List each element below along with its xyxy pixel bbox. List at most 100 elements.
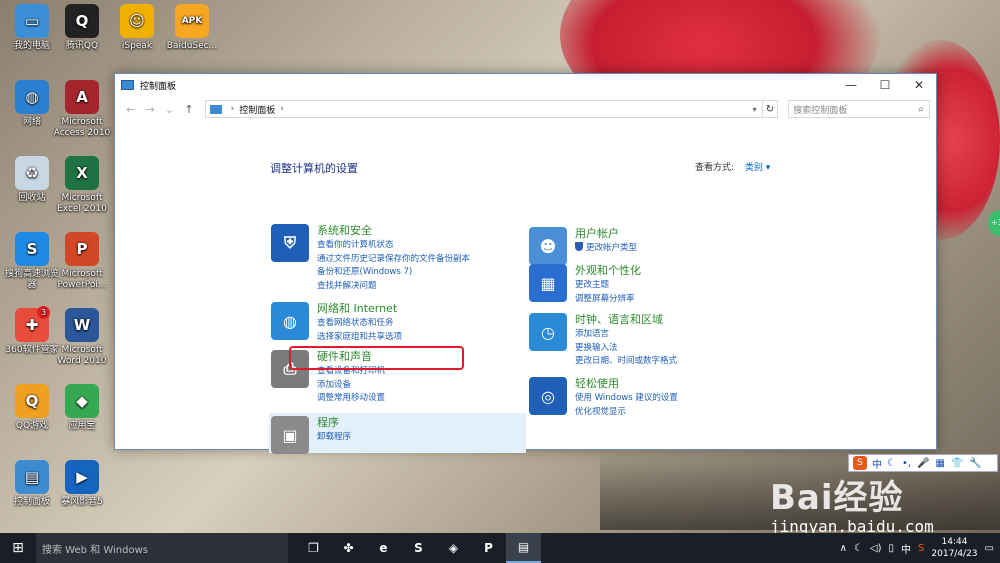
task-view-button[interactable]: ❐ — [296, 533, 331, 563]
notification-icon[interactable]: ▭ — [985, 543, 994, 554]
forward-arrow-icon[interactable]: → — [140, 103, 159, 116]
ime-tool-icon[interactable]: 🎤 — [917, 458, 929, 469]
search-input[interactable]: 搜索控制面板 ⌕ — [788, 100, 931, 118]
category-title[interactable]: 网络和 Internet — [317, 302, 402, 316]
category-link[interactable]: 更改主题 — [575, 279, 641, 293]
up-arrow-icon[interactable]: ↑ — [179, 103, 198, 116]
category-link[interactable]: 使用 Windows 建议的设置 — [575, 392, 678, 406]
fan-app-button[interactable]: ✤ — [331, 533, 366, 563]
tray-chevron-icon[interactable]: ∧ — [840, 543, 847, 554]
ime-tool-icon[interactable]: 👕 — [951, 458, 963, 469]
start-button[interactable]: ⊞ — [0, 533, 36, 563]
users-icon[interactable]: ☻ — [529, 227, 567, 265]
personalization-icon[interactable]: ▦ — [529, 264, 567, 302]
floating-ball[interactable]: +3 — [988, 210, 1000, 236]
address-bar-row: ← → ⌄ ↑ › 控制面板 › ▾ ↻ 搜索控制面板 ⌕ — [115, 96, 936, 122]
category-link[interactable]: 查找并解决问题 — [317, 280, 470, 294]
category-link[interactable]: 通过文件历史记录保存你的文件备份副本 — [317, 253, 470, 267]
desktop-icon[interactable]: ◆ 应用宝 — [53, 384, 111, 432]
address-bar[interactable]: › 控制面板 › ▾ — [204, 100, 763, 118]
ime-tool-icon[interactable]: ☾ — [887, 458, 896, 469]
category-link-label: 查看网络状态和任务 — [317, 318, 394, 328]
breadcrumb-separator[interactable]: › — [280, 104, 284, 114]
close-button[interactable]: ✕ — [902, 74, 936, 96]
network-globe-icon[interactable]: ◍ — [271, 302, 309, 340]
excel-icon: X — [65, 156, 99, 190]
back-arrow-icon[interactable]: ← — [121, 103, 140, 116]
category-link[interactable]: 优化视觉显示 — [575, 406, 678, 420]
category-link[interactable]: 选择家庭组和共享选项 — [317, 331, 402, 345]
ime-tool-icon[interactable]: 🔧 — [969, 458, 981, 469]
category-link[interactable]: 查看你的计算机状态 — [317, 239, 470, 253]
desktop-icon[interactable]: P Microsoft PowerPoi... — [53, 232, 111, 291]
category-link[interactable]: 更改日期、时间或数字格式 — [575, 355, 677, 369]
ime-tool-icon[interactable]: •, — [902, 458, 911, 469]
control-panel-window: 控制面板 — ☐ ✕ ← → ⌄ ↑ › 控制面板 › ▾ ↻ 搜索控制面板 ⌕… — [114, 73, 937, 454]
category-title[interactable]: 轻松使用 — [575, 377, 678, 391]
desktop-icon[interactable]: Q 腾讯QQ — [53, 4, 111, 52]
category-link[interactable]: 卸载程序 — [317, 431, 351, 445]
ime-tray-icon[interactable]: ☾ — [854, 543, 863, 554]
desktop-icon[interactable]: A Microsoft Access 2010 — [53, 80, 111, 139]
sogou-ime-icon[interactable]: S — [853, 456, 867, 470]
clock[interactable]: 14:44 2017/4/23 — [931, 536, 977, 560]
chevron-down-icon[interactable]: ▾ — [748, 105, 762, 114]
category-link[interactable]: 更改帐户类型 — [575, 242, 637, 256]
ime-tool-icon[interactable]: ▦ — [936, 458, 945, 469]
computer-icon: ▭ — [15, 4, 49, 38]
control-panel-taskbar-button[interactable]: ▤ — [506, 533, 541, 563]
volume-icon[interactable]: ◁) — [870, 543, 882, 554]
sogou-button[interactable]: S — [401, 533, 436, 563]
category-title[interactable]: 系统和安全 — [317, 224, 470, 238]
control-panel-icon: ▤ — [15, 460, 49, 494]
clock-globe-icon[interactable]: ◷ — [529, 313, 567, 351]
programs-icon[interactable]: ▣ — [271, 416, 309, 454]
breadcrumb-control-panel[interactable]: 控制面板 — [239, 103, 275, 116]
category-link-label: 更改日期、时间或数字格式 — [575, 356, 678, 366]
title-bar[interactable]: 控制面板 — ☐ ✕ — [115, 74, 936, 96]
control-panel-icon — [209, 104, 222, 114]
desktop-icon[interactable]: ☺ iSpeak — [108, 4, 166, 52]
minimize-button[interactable]: — — [834, 74, 868, 96]
desktop-icon-label: 暴风影音5 — [61, 497, 103, 507]
shield-icon[interactable]: ⛨ — [271, 224, 309, 262]
desktop-icon-label: Microsoft Access 2010 — [53, 117, 111, 138]
category-clock-globe: ◷ 时钟、语言和区域 添加语言 更换输入法 更改日期、时间或数字格式 — [529, 313, 677, 369]
category-link[interactable]: 调整屏幕分辨率 — [575, 293, 641, 307]
search-placeholder: 搜索控制面板 — [793, 105, 848, 116]
desktop-icon[interactable]: W Microsoft Word 2010 — [53, 308, 111, 367]
category-link-label: 调整屏幕分辨率 — [575, 293, 635, 304]
maximize-button[interactable]: ☐ — [868, 74, 902, 96]
category-link[interactable]: 备份和还原(Windows 7) — [317, 266, 470, 280]
ease-of-access-icon[interactable]: ◎ — [529, 377, 567, 415]
network-tray-icon[interactable]: ▯ — [889, 543, 895, 554]
desktop-icon[interactable]: X Microsoft Excel 2010 — [53, 156, 111, 215]
category-link[interactable]: 查看网络状态和任务 — [317, 317, 402, 331]
category-programs: ▣ 程序 卸载程序 — [271, 416, 351, 454]
category-title[interactable]: 用户帐户 — [575, 227, 637, 241]
search-icon[interactable]: ⌕ — [913, 104, 929, 115]
tray-language[interactable]: 中 — [901, 541, 911, 556]
category-title[interactable]: 程序 — [317, 416, 351, 430]
view-by-dropdown[interactable]: 类别 ▾ — [745, 163, 770, 173]
edge-button[interactable]: e — [366, 533, 401, 563]
ime-language[interactable]: 中 — [872, 456, 882, 471]
category-title[interactable]: 外观和个性化 — [575, 264, 641, 278]
category-link[interactable]: 添加语言 — [575, 328, 677, 342]
category-link-label: 通过文件历史记录保存你的文件备份副本 — [317, 253, 471, 264]
desktop-icon[interactable]: ▶ 暴风影音5 — [53, 460, 111, 508]
refresh-icon[interactable]: ↻ — [762, 100, 779, 118]
dropdown-history-icon[interactable]: ⌄ — [160, 103, 179, 116]
category-title[interactable]: 时钟、语言和区域 — [575, 313, 677, 327]
desktop-icon-label: BaiduSec... — [166, 41, 218, 51]
category-link[interactable]: 添加设备 — [317, 379, 385, 393]
fox-app-button[interactable]: ◈ — [436, 533, 471, 563]
category-link[interactable]: 更换输入法 — [575, 342, 677, 356]
category-link[interactable]: 调整常用移动设置 — [317, 392, 385, 406]
yingyongbao-icon: ◆ — [65, 384, 99, 418]
powerpoint-taskbar-button[interactable]: P — [471, 533, 506, 563]
desktop-icon[interactable]: APK BaiduSec... — [163, 4, 221, 52]
sogou-tray-icon[interactable]: S — [918, 543, 924, 554]
word-icon: W — [65, 308, 99, 342]
taskbar-search[interactable]: 搜索 Web 和 Windows — [36, 533, 288, 563]
